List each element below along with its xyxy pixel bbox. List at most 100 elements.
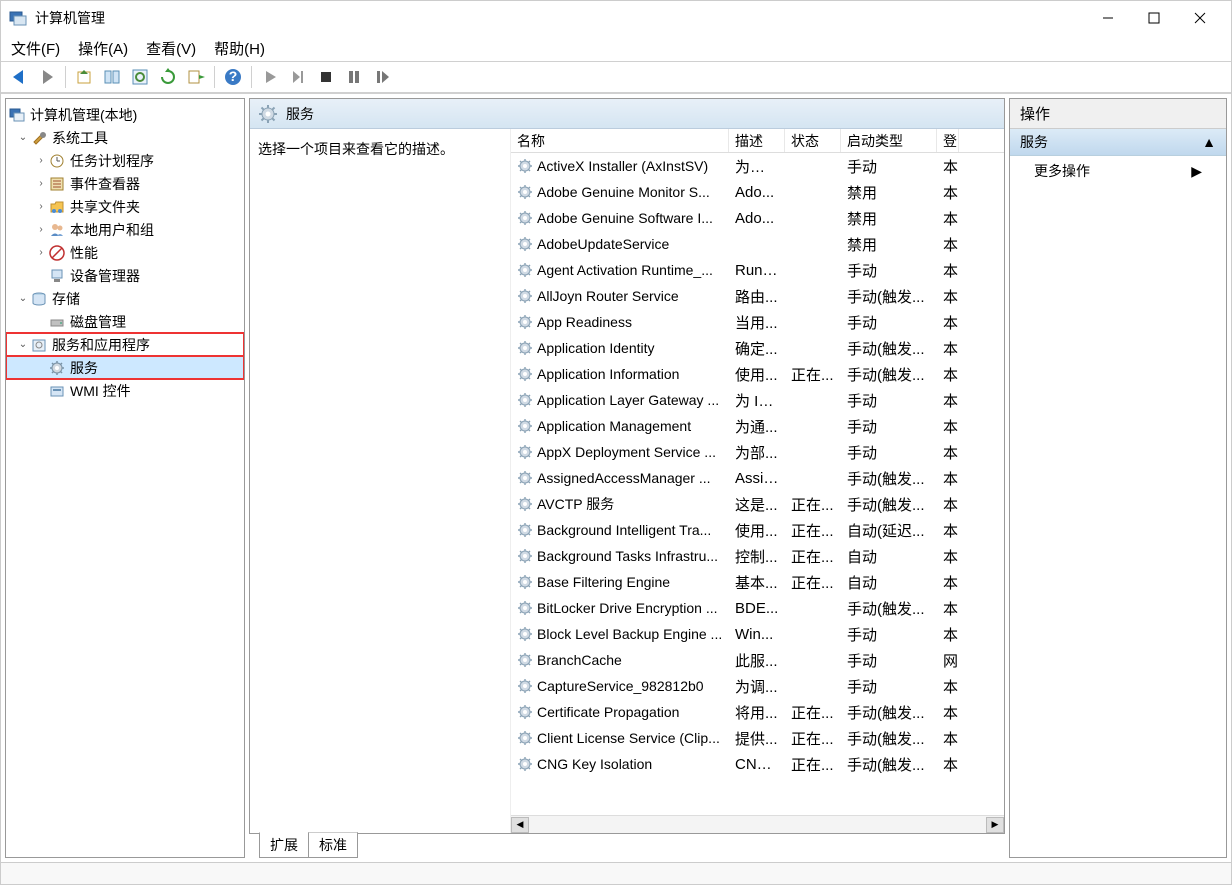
back-button[interactable] — [7, 65, 31, 89]
cell-name: CNG Key Isolation — [511, 754, 729, 774]
header-desc[interactable]: 描述 — [729, 129, 785, 152]
gear-icon — [48, 359, 66, 377]
actions-group-services[interactable]: 服务 ▲ — [1010, 129, 1226, 156]
main-area: 计算机管理(本地) ⌄ 系统工具 › 任务计划程序 › 事件查看器 › 共享文件… — [1, 93, 1231, 862]
tree-device-manager[interactable]: 设备管理器 — [6, 264, 244, 287]
service-row[interactable]: AllJoyn Router Service路由...手动(触发...本 — [511, 283, 1004, 309]
tree-performance[interactable]: › 性能 — [6, 241, 244, 264]
service-row[interactable]: AssignedAccessManager ...Assig...手动(触发..… — [511, 465, 1004, 491]
collapse-icon: ▲ — [1202, 134, 1216, 150]
start-service-button[interactable] — [258, 65, 282, 89]
service-row[interactable]: Application Identity确定...手动(触发...本 — [511, 335, 1004, 361]
start-service-type-button[interactable] — [286, 65, 310, 89]
service-row[interactable]: Background Tasks Infrastru...控制...正在...自… — [511, 543, 1004, 569]
cell-status — [785, 346, 841, 350]
service-row[interactable]: CNG Key IsolationCNG...正在...手动(触发...本 — [511, 751, 1004, 777]
service-row[interactable]: Client License Service (Clip...提供...正在..… — [511, 725, 1004, 751]
tree-expander[interactable]: › — [34, 201, 48, 212]
tree-local-users[interactable]: › 本地用户和组 — [6, 218, 244, 241]
stop-service-button[interactable] — [314, 65, 338, 89]
cell-name: App Readiness — [511, 312, 729, 332]
menu-view[interactable]: 查看(V) — [146, 38, 196, 59]
scroll-right-button[interactable]: ▶ — [986, 817, 1004, 833]
tree-task-scheduler[interactable]: › 任务计划程序 — [6, 149, 244, 172]
service-row[interactable]: Certificate Propagation将用...正在...手动(触发..… — [511, 699, 1004, 725]
horizontal-scroll[interactable]: ◀ ▶ — [511, 815, 1004, 833]
service-row[interactable]: AVCTP 服务这是...正在...手动(触发...本 — [511, 491, 1004, 517]
statusbar — [1, 862, 1231, 884]
cell-status — [785, 632, 841, 636]
tree-storage[interactable]: ⌄ 存储 — [6, 287, 244, 310]
pause-service-button[interactable] — [342, 65, 366, 89]
tree-expander[interactable]: ⌄ — [16, 132, 30, 143]
export-button[interactable] — [184, 65, 208, 89]
service-row[interactable]: Block Level Backup Engine ...Win...手动本 — [511, 621, 1004, 647]
service-row[interactable]: Application Management为通...手动本 — [511, 413, 1004, 439]
shared-folder-icon — [48, 198, 66, 216]
service-row[interactable]: Adobe Genuine Monitor S...Ado...禁用本 — [511, 179, 1004, 205]
header-status[interactable]: 状态 — [785, 129, 841, 152]
cell-name: AllJoyn Router Service — [511, 286, 729, 306]
tree-disk-mgmt[interactable]: 磁盘管理 — [6, 310, 244, 333]
tree-pane[interactable]: 计算机管理(本地) ⌄ 系统工具 › 任务计划程序 › 事件查看器 › 共享文件… — [5, 98, 245, 858]
cell-startup: 手动 — [841, 674, 937, 699]
tree-expander[interactable]: › — [34, 178, 48, 189]
maximize-button[interactable] — [1131, 3, 1177, 33]
refresh-button[interactable] — [156, 65, 180, 89]
header-startup[interactable]: 启动类型 — [841, 129, 937, 152]
header-logon[interactable]: 登 — [937, 129, 959, 152]
tree-expander[interactable]: ⌄ — [16, 339, 30, 350]
restart-service-button[interactable] — [370, 65, 394, 89]
users-icon — [48, 221, 66, 239]
tree-services[interactable]: 服务 — [6, 356, 244, 379]
tab-standard[interactable]: 标准 — [308, 832, 358, 858]
service-row[interactable]: Application Information使用...正在...手动(触发..… — [511, 361, 1004, 387]
close-button[interactable] — [1177, 3, 1223, 33]
gear-icon — [517, 626, 533, 642]
menu-file[interactable]: 文件(F) — [11, 38, 60, 59]
service-row[interactable]: BranchCache此服...手动网 — [511, 647, 1004, 673]
tree-expander[interactable]: ⌄ — [16, 293, 30, 304]
description-column: 选择一个项目来查看它的描述。 — [250, 129, 510, 833]
tree-event-viewer[interactable]: › 事件查看器 — [6, 172, 244, 195]
service-row[interactable]: Base Filtering Engine基本...正在...自动本 — [511, 569, 1004, 595]
properties-button[interactable] — [128, 65, 152, 89]
up-button[interactable] — [72, 65, 96, 89]
cell-logon: 本 — [937, 154, 959, 179]
minimize-button[interactable] — [1085, 3, 1131, 33]
tree-services-apps[interactable]: ⌄ 服务和应用程序 — [6, 333, 244, 356]
forward-button[interactable] — [35, 65, 59, 89]
tree-expander[interactable]: › — [34, 155, 48, 166]
scroll-left-button[interactable]: ◀ — [511, 817, 529, 833]
menu-action[interactable]: 操作(A) — [78, 38, 128, 59]
actions-more[interactable]: 更多操作 ▶ — [1010, 156, 1226, 186]
service-row[interactable]: ActiveX Installer (AxInstSV)为从 ...手动本 — [511, 153, 1004, 179]
cell-startup: 手动(触发... — [841, 362, 937, 387]
service-row[interactable]: Adobe Genuine Software I...Ado...禁用本 — [511, 205, 1004, 231]
menu-help[interactable]: 帮助(H) — [214, 38, 265, 59]
tab-extended[interactable]: 扩展 — [259, 832, 309, 858]
tree-wmi[interactable]: WMI 控件 — [6, 379, 244, 402]
tree-root[interactable]: 计算机管理(本地) — [6, 103, 244, 126]
help-button[interactable]: ? — [221, 65, 245, 89]
service-row[interactable]: Application Layer Gateway ...为 In...手动本 — [511, 387, 1004, 413]
cell-desc: 路由... — [729, 284, 785, 309]
service-row[interactable]: Agent Activation Runtime_...Runt...手动本 — [511, 257, 1004, 283]
menubar: 文件(F) 操作(A) 查看(V) 帮助(H) — [1, 35, 1231, 61]
tree-expander[interactable]: › — [34, 224, 48, 235]
cell-desc — [729, 242, 785, 246]
cell-desc: 为调... — [729, 674, 785, 699]
service-row[interactable]: AdobeUpdateService禁用本 — [511, 231, 1004, 257]
show-hide-button[interactable] — [100, 65, 124, 89]
header-name[interactable]: 名称 — [511, 129, 729, 152]
service-row[interactable]: CaptureService_982812b0为调...手动本 — [511, 673, 1004, 699]
service-row[interactable]: App Readiness当用...手动本 — [511, 309, 1004, 335]
service-row[interactable]: AppX Deployment Service ...为部...手动本 — [511, 439, 1004, 465]
service-row[interactable]: BitLocker Drive Encryption ...BDE...手动(触… — [511, 595, 1004, 621]
service-rows[interactable]: ActiveX Installer (AxInstSV)为从 ...手动本Ado… — [511, 153, 1004, 815]
tree-shared-folders[interactable]: › 共享文件夹 — [6, 195, 244, 218]
cell-name: Application Management — [511, 416, 729, 436]
tree-system-tools[interactable]: ⌄ 系统工具 — [6, 126, 244, 149]
tree-expander[interactable]: › — [34, 247, 48, 258]
service-row[interactable]: Background Intelligent Tra...使用...正在...自… — [511, 517, 1004, 543]
